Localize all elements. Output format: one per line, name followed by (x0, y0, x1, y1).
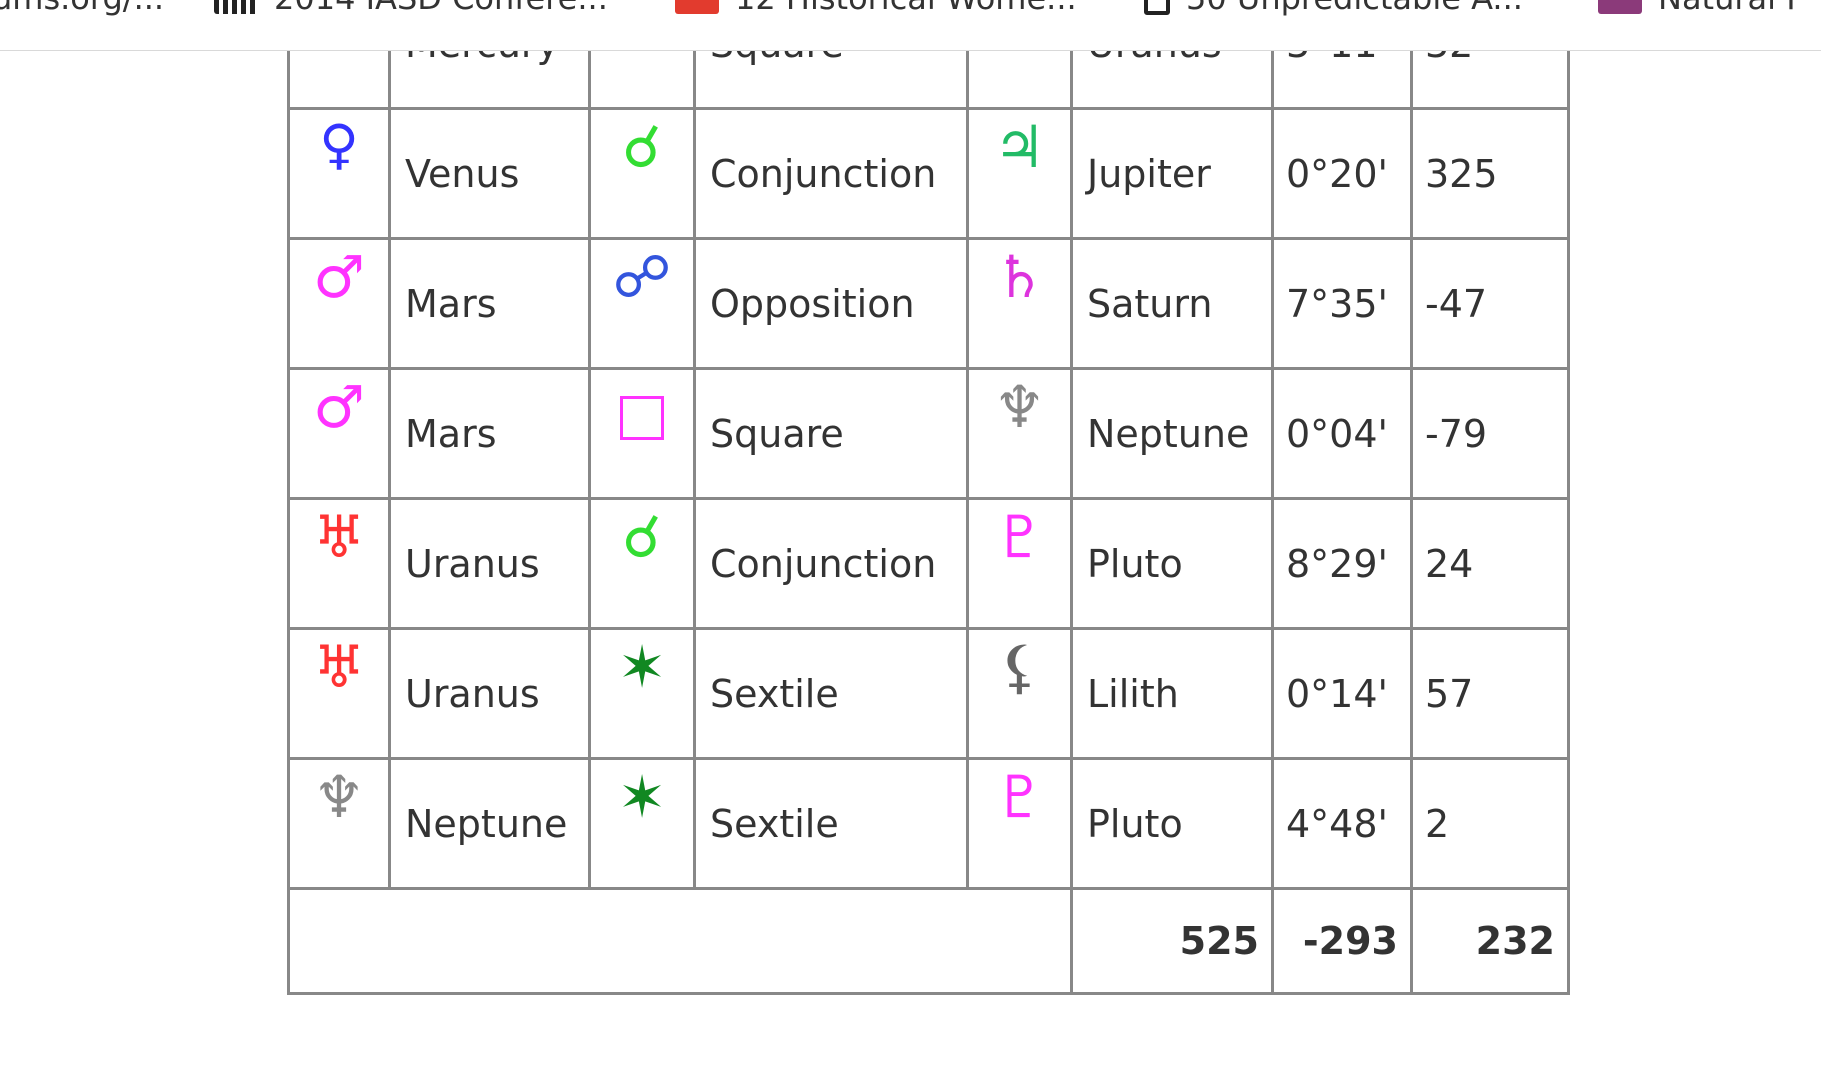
planet2-name: Jupiter (1070, 107, 1274, 240)
bi-favicon-icon (675, 0, 719, 14)
orb-value: 7°35' (1271, 237, 1413, 370)
bookmark-item[interactable]: 50 Unpredictable A... (1144, 0, 1523, 18)
aspects-table: ☿ Mercury □ Square ♅ Uranus 3°11' 32 ♀ V… (287, 0, 1570, 995)
sextile-icon: ✶ (617, 633, 667, 701)
aspect-name: Opposition (693, 237, 969, 370)
planet2-name: Pluto (1070, 757, 1274, 890)
aspect-name: Sextile (693, 757, 969, 890)
bookmark-label: Natural F (1658, 0, 1805, 17)
bookmark-label: 50 Unpredictable A... (1186, 0, 1523, 17)
book-favicon-icon (1144, 0, 1170, 15)
planet2-name: Lilith (1070, 627, 1274, 760)
table-row: ♆ Neptune ✶ Sextile ♇ Pluto 4°48' 2 (287, 757, 1570, 890)
points-value: 325 (1410, 107, 1570, 240)
mars-icon: ♂ (313, 243, 365, 311)
aspect-name: Conjunction (693, 497, 969, 630)
totals-spacer (287, 887, 1073, 995)
uranus-icon: ♅ (313, 503, 365, 571)
orb-value: 0°20' (1271, 107, 1413, 240)
table-row: ♂ Mars ☍ Opposition ♄ Saturn 7°35' -47 (287, 237, 1570, 370)
neptune-icon: ♆ (313, 763, 365, 831)
pluto-icon: ♇ (993, 763, 1046, 831)
venus-icon: ♀ (319, 113, 359, 176)
points-value: 57 (1410, 627, 1570, 760)
bookmark-label: 2014 IASD Confere... (274, 0, 608, 17)
natural-favicon-icon (1598, 0, 1642, 14)
orb-value: 0°04' (1271, 367, 1413, 500)
aspect-name: Square (693, 367, 969, 500)
planet1-name: Neptune (388, 757, 591, 890)
square-icon (620, 396, 664, 440)
saturn-icon: ♄ (993, 243, 1046, 311)
asd-favicon-icon (214, 0, 258, 14)
planet1-name: Uranus (388, 627, 591, 760)
bookmark-item[interactable]: Natural F (1598, 0, 1805, 18)
planet1-name: Venus (388, 107, 591, 240)
aspect-name: Conjunction (693, 107, 969, 240)
neptune-icon: ♆ (993, 373, 1046, 441)
opposition-icon: ☍ (612, 243, 672, 311)
planet2-name: Neptune (1070, 367, 1274, 500)
sextile-icon: ✶ (617, 763, 667, 831)
jupiter-icon: ♃ (993, 113, 1046, 181)
points-value: -47 (1410, 237, 1570, 370)
planet1-name: Mars (388, 367, 591, 500)
conjunction-icon: ☌ (622, 113, 662, 181)
uranus-icon: ♅ (313, 633, 365, 701)
points-value: 2 (1410, 757, 1570, 890)
totals-row: 525 -293 232 (287, 887, 1570, 995)
orb-value: 8°29' (1271, 497, 1413, 630)
lilith-icon: ⚸ (998, 633, 1041, 701)
table-row: ♀ Venus ☌ Conjunction ♃ Jupiter 0°20' 32… (287, 107, 1570, 240)
planet2-name: Saturn (1070, 237, 1274, 370)
bookmark-label: ums.org/... (0, 0, 164, 17)
total-net: 232 (1410, 887, 1570, 995)
pluto-icon: ♇ (993, 503, 1046, 571)
bookmarks-bar: ums.org/... 2014 IASD Confere... 12 Hist… (0, 0, 1821, 51)
orb-value: 0°14' (1271, 627, 1413, 760)
planet1-name: Uranus (388, 497, 591, 630)
table-row: ♂ Mars Square ♆ Neptune 0°04' -79 (287, 367, 1570, 500)
bookmark-item[interactable]: ums.org/... (0, 0, 164, 18)
bookmark-item[interactable]: 12 Historical Wome... (675, 0, 1077, 18)
planet1-name: Mars (388, 237, 591, 370)
table-row: ♅ Uranus ✶ Sextile ⚸ Lilith 0°14' 57 (287, 627, 1570, 760)
mars-icon: ♂ (313, 373, 365, 441)
planet2-name: Pluto (1070, 497, 1274, 630)
points-value: -79 (1410, 367, 1570, 500)
orb-value: 4°48' (1271, 757, 1413, 890)
total-positive: 525 (1070, 887, 1274, 995)
aspect-name: Sextile (693, 627, 969, 760)
conjunction-icon: ☌ (622, 503, 662, 571)
table-row: ♅ Uranus ☌ Conjunction ♇ Pluto 8°29' 24 (287, 497, 1570, 630)
total-negative: -293 (1271, 887, 1413, 995)
bookmark-item[interactable]: 2014 IASD Confere... (214, 0, 608, 18)
bookmark-label: 12 Historical Wome... (735, 0, 1077, 17)
points-value: 24 (1410, 497, 1570, 630)
